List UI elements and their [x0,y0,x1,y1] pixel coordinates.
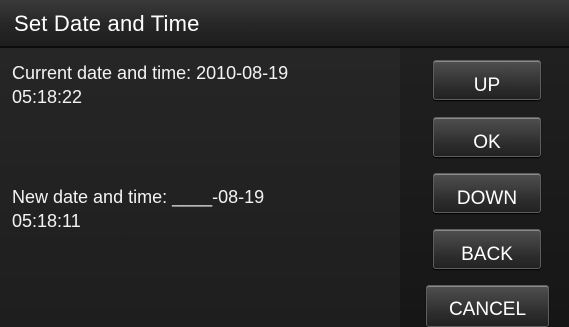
cancel-button-label: CANCEL [448,299,527,320]
up-button[interactable]: UP [433,60,541,100]
down-button[interactable]: DOWN [433,173,541,213]
page-title: Set Date and Time [14,11,200,36]
new-time-value: 05:18:11 [12,211,81,231]
ok-button-label: OK [473,132,501,153]
back-button[interactable]: BACK [433,229,541,269]
back-button-label: BACK [461,244,513,265]
content-panel: Current date and time: 2010-08-19 05:18:… [0,48,400,327]
title-bar: Set Date and Time [0,0,569,48]
ok-button[interactable]: OK [433,117,541,157]
current-datetime-label: Current date and time: 2010-08-19 [12,63,289,83]
new-datetime-label: New date and time: ____-08-19 [12,187,265,207]
up-button-label: UP [473,75,501,96]
current-time-value: 05:18:22 [12,87,83,107]
cancel-button[interactable]: CANCEL [426,285,549,327]
down-button-label: DOWN [456,188,518,209]
date-time-screen: Set Date and Time Current date and time:… [0,0,569,327]
